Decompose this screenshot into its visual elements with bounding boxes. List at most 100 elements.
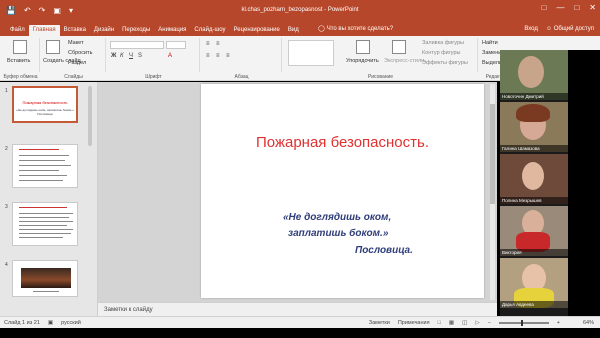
tab-animations[interactable]: Анимация (154, 25, 190, 36)
participants-strip: Новоточин Дмитрий Галина Шамазова Полина… (500, 50, 568, 316)
thumb-text-line (19, 207, 67, 208)
layout-button[interactable]: Макет (68, 40, 84, 46)
arrange-icon[interactable] (356, 40, 370, 54)
reset-button[interactable]: Сбросить (68, 50, 92, 56)
thumbnail-slide-1[interactable]: Пожарная безопасность «Не доглядишь оком… (12, 86, 78, 123)
quick-styles-icon[interactable] (392, 40, 406, 54)
signin-link[interactable]: Вход (524, 25, 538, 34)
quick-styles-button[interactable]: Экспресс-стили (384, 58, 424, 64)
title-bar: 💾 ↶ ↷ ▣ ▾ kl.chas_pozharn_bezopasnost - … (0, 0, 600, 22)
zoom-percentage[interactable]: 64% (583, 320, 594, 326)
font-name-field[interactable] (110, 41, 164, 49)
right-black-area (568, 50, 600, 316)
thumb-text-line (19, 155, 69, 156)
participant-name: Полина Мезрышев (500, 197, 568, 204)
thumbnail-slide-3[interactable] (12, 202, 78, 246)
find-button[interactable]: Найти (482, 40, 498, 46)
tab-insert[interactable]: Вставка (60, 25, 90, 36)
group-slides-label: Слайды (64, 74, 83, 80)
strike-icon[interactable]: S (138, 53, 142, 59)
slide-title[interactable]: Пожарная безопасность. (201, 134, 484, 151)
shape-fill-button[interactable]: Заливка фигуры (422, 40, 464, 46)
slide-attribution[interactable]: Пословица. (355, 245, 413, 256)
section-button[interactable]: Раздел (68, 60, 86, 66)
paste-button[interactable]: Вставить (7, 58, 30, 64)
participant-video[interactable]: Новоточин Дмитрий (500, 50, 568, 100)
participant-face (522, 162, 544, 190)
zoom-slider-knob[interactable] (520, 320, 523, 326)
scroll-thumb[interactable] (490, 104, 495, 204)
bold-icon[interactable]: Ж (111, 53, 116, 59)
tab-transitions[interactable]: Переходы (118, 25, 154, 36)
minimize-icon[interactable]: — (556, 3, 564, 12)
current-slide[interactable]: Пожарная безопасность. «Не доглядишь око… (201, 84, 484, 298)
thumbnail-slide-4[interactable] (12, 260, 78, 297)
thumb-text-line (19, 180, 63, 181)
align-right-icon[interactable]: ≡ (226, 53, 230, 59)
spellcheck-icon[interactable]: ▣ (48, 320, 53, 326)
numbering-icon[interactable]: ≡ (216, 41, 220, 47)
bullets-icon[interactable]: ≡ (206, 41, 210, 47)
slideshow-view-icon[interactable]: ▷ (475, 320, 479, 326)
notes-pane[interactable]: Заметки к слайду (98, 302, 497, 316)
tab-home[interactable]: Главная (28, 25, 60, 36)
slide-quote-line-2[interactable]: заплатишь боком.» (288, 228, 388, 239)
participant-video[interactable]: Полина Мезрышев (500, 154, 568, 204)
arrange-button[interactable]: Упорядочить (346, 58, 379, 64)
participant-name: Галина Шамазова (500, 145, 568, 152)
thumbnail-number: 3 (5, 204, 8, 210)
comments-toggle[interactable]: Примечания (398, 320, 430, 326)
thumbnail-number: 1 (5, 88, 8, 94)
person-icon: ☺ (545, 26, 554, 32)
reading-view-icon[interactable]: ◫ (462, 320, 467, 326)
language-indicator[interactable]: русский (61, 320, 81, 326)
zoom-out-icon[interactable]: − (488, 320, 491, 326)
font-size-field[interactable] (166, 41, 186, 49)
status-bar: Слайд 1 из 21 ▣ русский Заметки Примечан… (0, 316, 600, 328)
slide-quote-line-1[interactable]: «Не доглядишь оком, (283, 212, 391, 223)
zoom-slider[interactable] (498, 320, 549, 326)
tab-view[interactable]: Вид (284, 25, 303, 36)
maximize-icon[interactable]: □ (574, 3, 579, 12)
group-paragraph-label: Абзац (234, 74, 249, 80)
align-left-icon[interactable]: ≡ (206, 53, 210, 59)
close-icon[interactable]: ✕ (589, 3, 596, 12)
thumbnails-scrollbar[interactable] (88, 86, 92, 146)
font-color-icon[interactable]: A (168, 53, 172, 59)
shape-effects-button[interactable]: Эффекты фигуры (422, 60, 468, 66)
paste-icon[interactable] (13, 40, 27, 54)
new-slide-icon[interactable] (46, 40, 60, 54)
participant-video[interactable]: Галина Шамазова (500, 102, 568, 152)
shape-outline-button[interactable]: Контур фигуры (422, 50, 460, 56)
notes-toggle[interactable]: Заметки (369, 320, 390, 326)
tell-me-box[interactable]: ◯ Что вы хотите сделать? (318, 25, 393, 34)
share-button[interactable]: ☺ Общий доступ (546, 25, 594, 34)
thumb-text-line (19, 217, 69, 218)
tab-design[interactable]: Дизайн (90, 25, 118, 36)
participant-name: Виктория (500, 249, 568, 256)
group-clipboard: Вставить Буфер обмена (2, 38, 40, 80)
editor-scrollbar[interactable] (490, 84, 495, 300)
tab-review[interactable]: Рецензирование (230, 25, 284, 36)
group-drawing: Упорядочить Экспресс-стили Заливка фигур… (284, 38, 478, 80)
italic-icon[interactable]: К (120, 53, 124, 59)
ribbon-display-icon[interactable]: □ (542, 3, 547, 12)
normal-view-icon[interactable]: □ (438, 320, 441, 326)
participant-video[interactable]: Виктория (500, 206, 568, 256)
notes-placeholder: Заметки к слайду (104, 307, 153, 313)
tab-file[interactable]: Файл (6, 25, 29, 36)
group-slides: Создать слайд Макет Сбросить Раздел Слай… (42, 38, 106, 80)
participant-name: Новоточин Дмитрий (500, 93, 568, 100)
align-center-icon[interactable]: ≡ (216, 53, 220, 59)
shapes-gallery[interactable] (288, 40, 334, 66)
zoom-in-icon[interactable]: + (557, 320, 560, 326)
thumb-text-line (19, 175, 67, 176)
sorter-view-icon[interactable]: ▦ (449, 320, 454, 326)
thumbnail-slide-2[interactable] (12, 144, 78, 188)
thumb-text-line (19, 233, 71, 234)
tab-slideshow[interactable]: Слайд-шоу (190, 25, 229, 36)
participant-video[interactable]: Дарья Авдеева (500, 258, 568, 308)
slide-counter: Слайд 1 из 21 (4, 320, 40, 326)
thumb-text-line (19, 229, 73, 230)
underline-icon[interactable]: Ч (129, 53, 133, 59)
